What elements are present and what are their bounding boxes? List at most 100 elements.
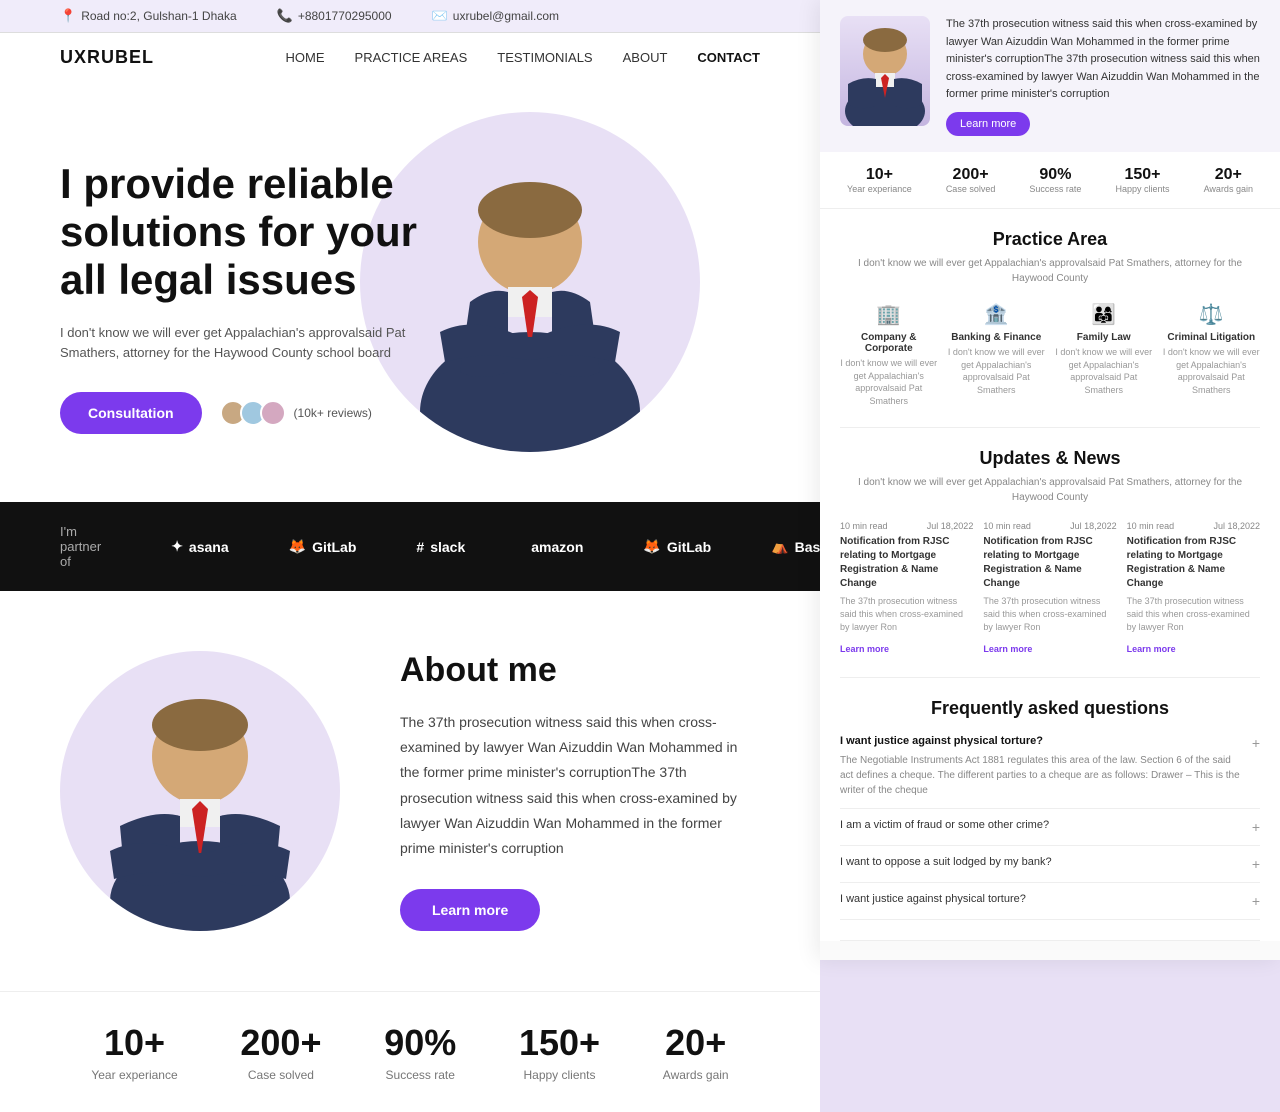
rp-stat-3-label: Success rate	[1029, 184, 1081, 194]
stat-cases-number: 200+	[240, 1022, 321, 1064]
hero-subtitle: I don't know we will ever get Appalachia…	[60, 323, 440, 365]
stat-awards-label: Awards gain	[663, 1068, 729, 1082]
faq-item-1[interactable]: I want justice against physical torture?…	[840, 725, 1260, 809]
faq-item-3[interactable]: I want to oppose a suit lodged by my ban…	[840, 846, 1260, 883]
about-image-circle	[60, 651, 340, 931]
practice-banking: 🏦 Banking & Finance I don't know we will…	[948, 302, 1046, 407]
news-item-2: 10 min read Jul 18,2022 Notification fro…	[983, 521, 1116, 657]
gitlab-icon-1: 🦊	[289, 538, 306, 555]
about-lawyer-svg	[90, 661, 310, 931]
family-icon: 👨‍👩‍👧	[1055, 302, 1153, 327]
news-snippet-3: The 37th prosecution witness said this w…	[1127, 595, 1260, 633]
banking-name: Banking & Finance	[948, 332, 1046, 343]
stat-success-number: 90%	[384, 1022, 456, 1064]
rp-stat-3-num: 90%	[1029, 166, 1081, 184]
asana-icon: ✦	[171, 538, 183, 555]
consultation-button[interactable]: Consultation	[60, 392, 202, 434]
nav-practice-areas[interactable]: PRACTICE AREAS	[355, 50, 468, 65]
learn-more-button[interactable]: Learn more	[400, 889, 540, 931]
stat-awards: 20+ Awards gain	[663, 1022, 729, 1082]
news-subtitle: I don't know we will ever get Appalachia…	[840, 475, 1260, 505]
location-icon: 📍	[60, 8, 76, 24]
rp-stat-4-num: 150+	[1116, 166, 1170, 184]
stat-experience: 10+ Year experiance	[91, 1022, 177, 1082]
banking-desc: I don't know we will ever get Appalachia…	[948, 346, 1046, 396]
about-title: About me	[400, 651, 760, 690]
practice-grid: 🏢 Company & Corporate I don't know we wi…	[840, 302, 1260, 407]
news-read-time-1: 10 min read	[840, 521, 888, 531]
news-link-3[interactable]: Learn more	[1127, 644, 1176, 654]
clients-section: Clients words Very professional and dedi…	[820, 941, 1280, 960]
practice-area-section: Practice Area I don't know we will ever …	[820, 209, 1280, 427]
faq-toggle-1: +	[1252, 735, 1260, 751]
hero-title: I provide reliable solutions for your al…	[60, 160, 440, 305]
email-item: ✉️ uxrubel@gmail.com	[432, 8, 559, 24]
stats-bar: 10+ Year experiance 200+ Case solved 90%…	[0, 991, 820, 1112]
news-section: Updates & News I don't know we will ever…	[820, 428, 1280, 677]
rp-lawyer-image	[840, 16, 930, 126]
news-read-time-2: 10 min read	[983, 521, 1031, 531]
nav-contact[interactable]: CONTACT	[697, 50, 760, 65]
rp-stat-1-num: 10+	[847, 166, 912, 184]
partners-bar: I'm partner of ✦ asana 🦊 GitLab # slack …	[0, 502, 820, 591]
banking-icon: 🏦	[948, 302, 1046, 327]
partner-asana: ✦ asana	[171, 538, 228, 555]
faq-item-2[interactable]: I am a victim of fraud or some other cri…	[840, 809, 1260, 846]
address-text: Road no:2, Gulshan-1 Dhaka	[81, 9, 236, 23]
news-meta-2: 10 min read Jul 18,2022	[983, 521, 1116, 531]
news-link-2[interactable]: Learn more	[983, 644, 1032, 654]
news-link-1[interactable]: Learn more	[840, 644, 889, 654]
news-date-1: Jul 18,2022	[927, 521, 974, 531]
nav-testimonials[interactable]: TESTIMONIALS	[497, 50, 592, 65]
faq-toggle-3: +	[1252, 856, 1260, 872]
hero-actions: Consultation (10k+ reviews)	[60, 392, 440, 434]
rp-stat-4: 150+ Happy clients	[1116, 166, 1170, 194]
rp-stat-2: 200+ Case solved	[946, 166, 996, 194]
news-title-2: Notification from RJSC relating to Mortg…	[983, 535, 1116, 591]
rp-learn-more-button[interactable]: Learn more	[946, 112, 1030, 136]
email-icon: ✉️	[432, 8, 448, 24]
stat-clients: 150+ Happy clients	[519, 1022, 600, 1082]
faq-item-4[interactable]: I want justice against physical torture?…	[840, 883, 1260, 920]
stat-clients-label: Happy clients	[519, 1068, 600, 1082]
practice-criminal: ⚖️ Criminal Litigation I don't know we w…	[1163, 302, 1261, 407]
faq-toggle-2: +	[1252, 819, 1260, 835]
practice-company: 🏢 Company & Corporate I don't know we wi…	[840, 302, 938, 407]
reviews-count: (10k+ reviews)	[294, 406, 372, 420]
rp-stat-3: 90% Success rate	[1029, 166, 1081, 194]
news-read-time-3: 10 min read	[1127, 521, 1175, 531]
family-name: Family Law	[1055, 332, 1153, 343]
rp-hero-text: The 37th prosecution witness said this w…	[946, 16, 1260, 104]
nav-about[interactable]: ABOUT	[623, 50, 668, 65]
partner-amazon: amazon	[525, 539, 583, 555]
rp-stats: 10+ Year experiance 200+ Case solved 90%…	[820, 152, 1280, 209]
faq-section: Frequently asked questions I want justic…	[820, 678, 1280, 940]
review-avatar-3	[260, 400, 286, 426]
news-date-2: Jul 18,2022	[1070, 521, 1117, 531]
practice-area-subtitle: I don't know we will ever get Appalachia…	[840, 256, 1260, 286]
news-meta-1: 10 min read Jul 18,2022	[840, 521, 973, 531]
hero-section: I provide reliable solutions for your al…	[0, 82, 820, 502]
faq-question-1: I want justice against physical torture?	[840, 735, 1244, 747]
rp-stat-1: 10+ Year experiance	[847, 166, 912, 194]
news-item-3: 10 min read Jul 18,2022 Notification fro…	[1127, 521, 1260, 657]
news-snippet-2: The 37th prosecution witness said this w…	[983, 595, 1116, 633]
stat-awards-number: 20+	[663, 1022, 729, 1064]
rp-stat-4-label: Happy clients	[1116, 184, 1170, 194]
news-snippet-1: The 37th prosecution witness said this w…	[840, 595, 973, 633]
nav-home[interactable]: HOME	[286, 50, 325, 65]
criminal-desc: I don't know we will ever get Appalachia…	[1163, 346, 1261, 396]
rp-stat-1-label: Year experiance	[847, 184, 912, 194]
faq-toggle-4: +	[1252, 893, 1260, 909]
email-text: uxrubel@gmail.com	[453, 9, 559, 23]
hero-reviews: (10k+ reviews)	[220, 400, 372, 426]
rp-hero-content: The 37th prosecution witness said this w…	[946, 16, 1260, 136]
news-title-1: Notification from RJSC relating to Mortg…	[840, 535, 973, 591]
logo: UXRUBEL	[60, 47, 154, 68]
rp-stat-5-num: 20+	[1204, 166, 1253, 184]
faq-question-4: I want justice against physical torture?	[840, 893, 1244, 905]
slack-icon: #	[416, 539, 424, 555]
about-section: About me The 37th prosecution witness sa…	[0, 591, 820, 991]
news-grid: 10 min read Jul 18,2022 Notification fro…	[840, 521, 1260, 657]
stat-experience-label: Year experiance	[91, 1068, 177, 1082]
